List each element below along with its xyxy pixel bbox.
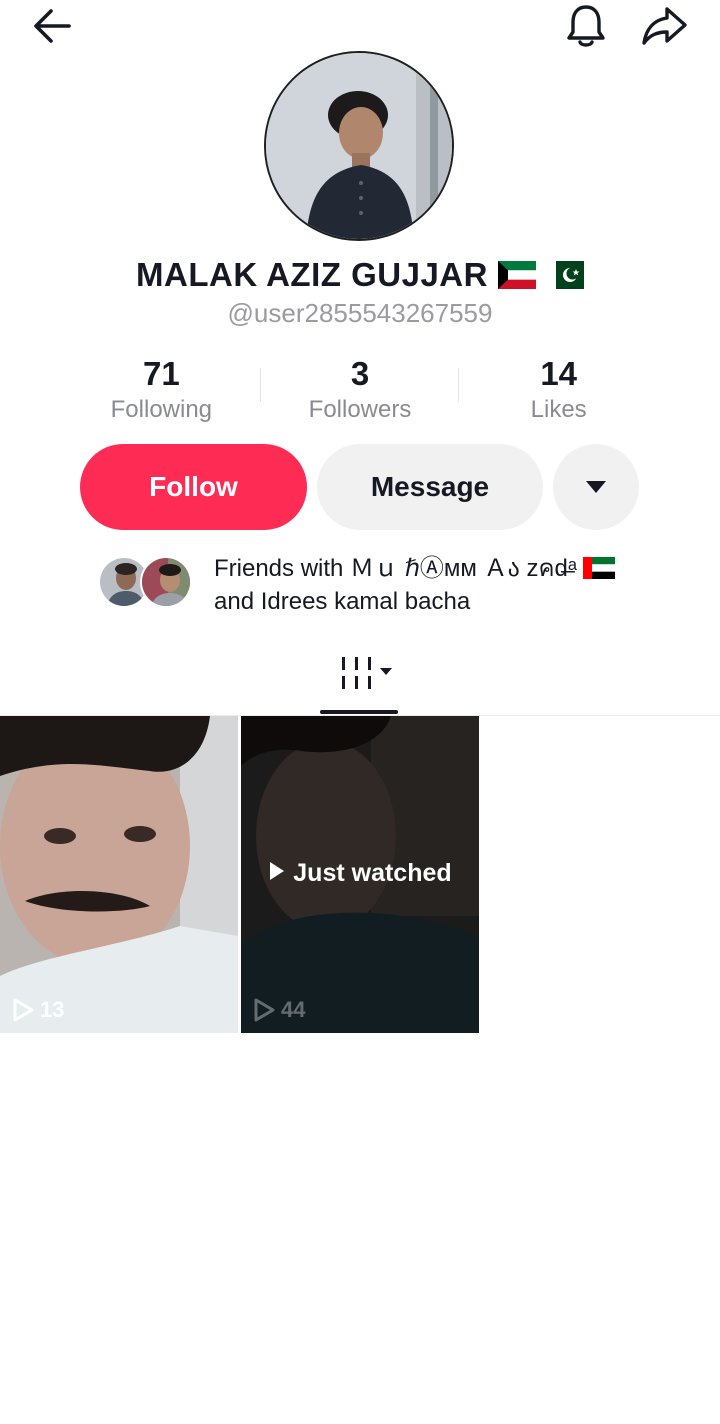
more-options-button[interactable] xyxy=(553,444,639,530)
profile-stats: 71 Following 3 Followers 14 Likes xyxy=(62,352,658,432)
stat-divider xyxy=(260,368,261,402)
view-count: 44 xyxy=(253,997,305,1023)
video-thumbnail-image xyxy=(0,716,238,1033)
video-thumbnail[interactable]: Just watched 44 xyxy=(241,716,479,1033)
kuwait-flag-icon xyxy=(497,261,536,289)
followers-count: 3 xyxy=(350,355,370,392)
friends-line-2: and Idrees kamal bacha xyxy=(214,588,471,615)
view-count-value: 13 xyxy=(40,997,65,1022)
play-outline-icon xyxy=(13,998,34,1022)
video-thumbnail[interactable]: 13 xyxy=(0,716,238,1033)
caret-down-icon xyxy=(586,481,606,493)
bell-icon xyxy=(567,5,605,47)
following-count: 71 xyxy=(142,355,180,392)
view-count: 13 xyxy=(12,997,64,1023)
play-outline-icon xyxy=(254,998,275,1022)
stat-followers[interactable]: 3 Followers xyxy=(261,352,460,432)
friends-line-1: Friends with Ｍｕ ℏⒶᴍᴍ Ａა ᴢคd̶ᵃ xyxy=(214,555,577,582)
likes-label: Likes xyxy=(530,396,587,423)
content-tab-bar xyxy=(0,640,720,716)
play-filled-icon xyxy=(270,862,285,880)
stat-likes[interactable]: 14 Likes xyxy=(459,352,658,432)
following-label: Following xyxy=(110,396,213,423)
back-button[interactable] xyxy=(22,2,80,50)
mutual-friends[interactable]: Friends with Ｍｕ ℏⒶᴍᴍ Ａა ᴢคd̶ᵃ and Idrees… xyxy=(98,552,678,622)
message-button[interactable]: Message xyxy=(317,444,543,530)
friend-avatar xyxy=(140,556,192,608)
just-watched-label: Just watched xyxy=(241,859,479,888)
stat-following[interactable]: 71 Following xyxy=(62,352,261,432)
mutual-friends-text: Friends with Ｍｕ ℏⒶᴍᴍ Ａა ᴢคd̶ᵃ and Idrees… xyxy=(214,552,616,618)
active-tab-indicator xyxy=(320,710,398,714)
arrow-left-icon xyxy=(34,9,71,43)
grid-columns-icon xyxy=(342,657,392,689)
friend-avatar-photo xyxy=(142,558,190,606)
pakistan-flag-icon xyxy=(545,261,584,289)
profile-avatar[interactable] xyxy=(264,51,454,241)
display-name: MALAK AZIZ GUJJAR xyxy=(136,256,488,293)
stat-divider xyxy=(458,368,459,402)
avatar-photo xyxy=(266,53,452,239)
notification-bell-button[interactable] xyxy=(558,0,614,52)
username: @user2855543267559 xyxy=(227,298,493,328)
likes-count: 14 xyxy=(540,355,578,392)
display-name-row: MALAK AZIZ GUJJAR xyxy=(0,256,720,294)
follow-button[interactable]: Follow xyxy=(80,444,307,530)
tab-videos[interactable] xyxy=(336,654,406,698)
followers-label: Followers xyxy=(308,396,412,423)
uae-flag-icon xyxy=(583,557,616,579)
share-button[interactable] xyxy=(634,0,694,52)
share-arrow-icon xyxy=(642,7,687,45)
view-count-value: 44 xyxy=(281,997,306,1022)
just-watched-text: Just watched xyxy=(293,859,452,887)
